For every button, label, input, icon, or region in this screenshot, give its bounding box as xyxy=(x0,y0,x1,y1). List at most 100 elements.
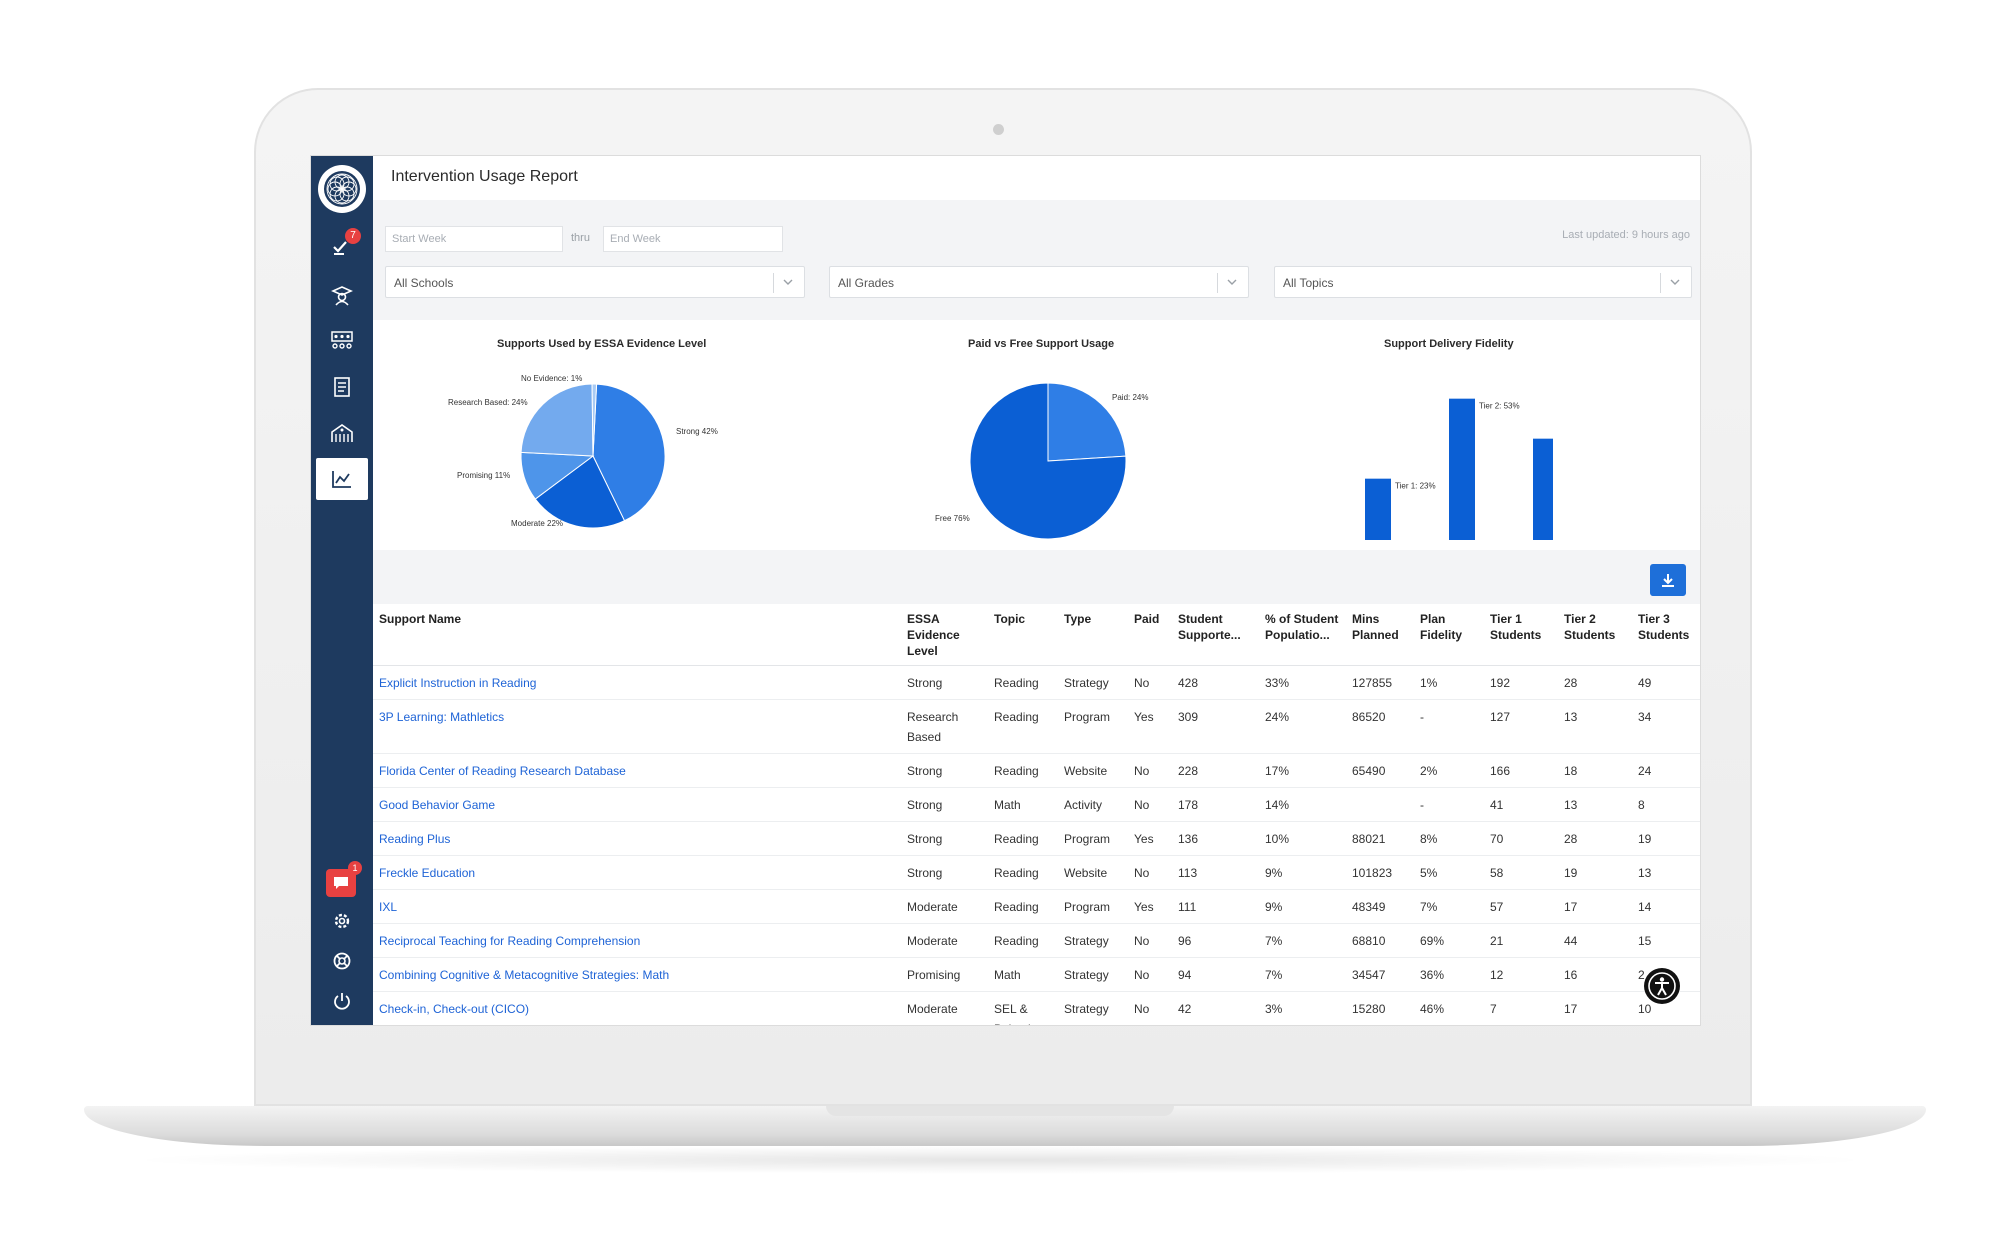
table-cell: 13 xyxy=(1558,699,1632,754)
table-cell: Moderate xyxy=(901,889,988,924)
table-cell: Program xyxy=(1058,821,1128,856)
end-week-input[interactable]: End Week xyxy=(603,226,783,252)
table-cell: Reading xyxy=(988,855,1058,890)
sidebar-item-settings[interactable] xyxy=(321,902,363,940)
table-cell: No xyxy=(1128,923,1172,958)
table-cell: 8 xyxy=(1632,787,1700,822)
table-cell: 14 xyxy=(1632,889,1700,924)
sidebar-item-library[interactable] xyxy=(321,368,363,406)
sidebar: 7 1 xyxy=(311,156,373,1025)
table-cell: Yes xyxy=(1128,821,1172,856)
accessibility-icon xyxy=(1648,972,1676,1000)
power-icon xyxy=(334,993,350,1010)
table-cell: Reading xyxy=(988,889,1058,924)
sidebar-item-students[interactable] xyxy=(321,276,363,314)
fidelity-bar-label: Tier 1: 23% xyxy=(1395,482,1436,491)
support-name-link[interactable]: IXL xyxy=(373,889,901,924)
table-cell: 12 xyxy=(1484,957,1558,992)
start-week-input[interactable]: Start Week xyxy=(385,226,563,252)
table-cell: No xyxy=(1128,855,1172,890)
table-cell: 111 xyxy=(1172,889,1259,924)
column-header[interactable]: Student Supporte... xyxy=(1172,604,1259,666)
column-header[interactable]: Mins Planned xyxy=(1346,604,1414,666)
tasks-badge: 7 xyxy=(345,228,361,244)
table-cell: Reading xyxy=(988,665,1058,700)
support-name-link[interactable]: Check-in, Check-out (CICO) xyxy=(373,991,901,1025)
fidelity-bar-tier-2[interactable] xyxy=(1449,398,1475,540)
table-cell: 65490 xyxy=(1346,753,1414,788)
sidebar-item-logout[interactable] xyxy=(321,982,363,1020)
column-header[interactable]: Tier 2 Students xyxy=(1558,604,1632,666)
table-cell: 28 xyxy=(1558,821,1632,856)
accessibility-button[interactable] xyxy=(1644,968,1680,1004)
laptop-shadow xyxy=(120,1146,1880,1174)
sidebar-item-help[interactable] xyxy=(321,942,363,980)
sidebar-item-schools[interactable] xyxy=(321,414,363,452)
support-name-link[interactable]: Good Behavior Game xyxy=(373,787,901,822)
column-header[interactable]: Support Name xyxy=(373,604,901,666)
fidelity-bar-tier-1[interactable] xyxy=(1365,478,1391,540)
table-cell: 428 xyxy=(1172,665,1259,700)
table-cell: No xyxy=(1128,787,1172,822)
title-bar: Intervention Usage Report xyxy=(373,156,1700,200)
sidebar-item-reports[interactable] xyxy=(316,458,368,500)
support-name-link[interactable]: Explicit Instruction in Reading xyxy=(373,665,901,700)
column-header[interactable]: Topic xyxy=(988,604,1058,666)
table-cell: 16 xyxy=(1558,957,1632,992)
table-cell: 7 xyxy=(1484,991,1558,1025)
table-cell: Promising xyxy=(901,957,988,992)
table-cell: Strong xyxy=(901,665,988,700)
essa-pie-slice-research-based[interactable] xyxy=(520,383,594,457)
table-cell: 34547 xyxy=(1346,957,1414,992)
chat-button[interactable]: 1 xyxy=(326,861,362,897)
sidebar-item-tasks[interactable]: 7 xyxy=(321,228,363,266)
grades-select[interactable]: All Grades xyxy=(829,266,1249,298)
page-title: Intervention Usage Report xyxy=(391,168,578,185)
app-logo[interactable] xyxy=(318,165,366,213)
column-header[interactable]: Type xyxy=(1058,604,1128,666)
column-header[interactable]: Tier 3 Students xyxy=(1632,604,1700,666)
support-name-link[interactable]: Combining Cognitive & Metacognitive Stra… xyxy=(373,957,901,992)
table-row: Freckle Education Strong Reading Website No 1… xyxy=(373,855,1700,890)
fidelity-bar-label: Tier 2: 53% xyxy=(1479,402,1520,411)
table-cell: 9% xyxy=(1259,855,1346,890)
select-divider xyxy=(773,273,774,293)
graduation-cap-icon xyxy=(331,286,353,306)
table-cell: Program xyxy=(1058,699,1128,754)
table-cell: 68810 xyxy=(1346,923,1414,958)
table-row: Florida Center of Reading Research Datab… xyxy=(373,753,1700,788)
table-body: Explicit Instruction in Reading Strong Rea… xyxy=(373,665,1700,1025)
table-row: Good Behavior Game Strong Math Activity No 17… xyxy=(373,787,1700,822)
table-cell: 113 xyxy=(1172,855,1259,890)
column-header[interactable]: Paid xyxy=(1128,604,1172,666)
fidelity-bar-tier-3[interactable] xyxy=(1533,438,1553,540)
table-cell: No xyxy=(1128,665,1172,700)
column-header[interactable]: Plan Fidelity xyxy=(1414,604,1484,666)
support-name-link[interactable]: Reading Plus xyxy=(373,821,901,856)
column-header[interactable]: % of Student Populatio... xyxy=(1259,604,1346,666)
pie-label-moderate: Moderate 22% xyxy=(511,519,564,528)
column-header[interactable]: ESSA Evidence Level xyxy=(901,604,988,666)
sidebar-item-groups[interactable] xyxy=(321,322,363,360)
table-cell: 70 xyxy=(1484,821,1558,856)
table-cell: 58 xyxy=(1484,855,1558,890)
table-cell: Moderate xyxy=(901,991,988,1025)
table-cell: Activity xyxy=(1058,787,1128,822)
schools-select[interactable]: All Schools xyxy=(385,266,805,298)
support-name-link[interactable]: Florida Center of Reading Research Datab… xyxy=(373,753,901,788)
column-header[interactable]: Tier 1 Students xyxy=(1484,604,1558,666)
table-cell: Strategy xyxy=(1058,991,1128,1025)
table-cell: 15 xyxy=(1632,923,1700,958)
download-button[interactable] xyxy=(1650,564,1686,596)
table-row: Check-in, Check-out (CICO) Moderate SEL & … xyxy=(373,991,1700,1025)
table-cell: 309 xyxy=(1172,699,1259,754)
table-cell: 49 xyxy=(1632,665,1700,700)
support-name-link[interactable]: Reciprocal Teaching for Reading Comprehe… xyxy=(373,923,901,958)
support-name-link[interactable]: 3P Learning: Mathletics xyxy=(373,699,901,754)
laptop-notch xyxy=(826,1106,1174,1116)
topics-select[interactable]: All Topics xyxy=(1274,266,1692,298)
support-name-link[interactable]: Freckle Education xyxy=(373,855,901,890)
gear-icon xyxy=(334,913,350,929)
table-cell: Strategy xyxy=(1058,923,1128,958)
table-row: Explicit Instruction in Reading Strong Rea… xyxy=(373,665,1700,700)
